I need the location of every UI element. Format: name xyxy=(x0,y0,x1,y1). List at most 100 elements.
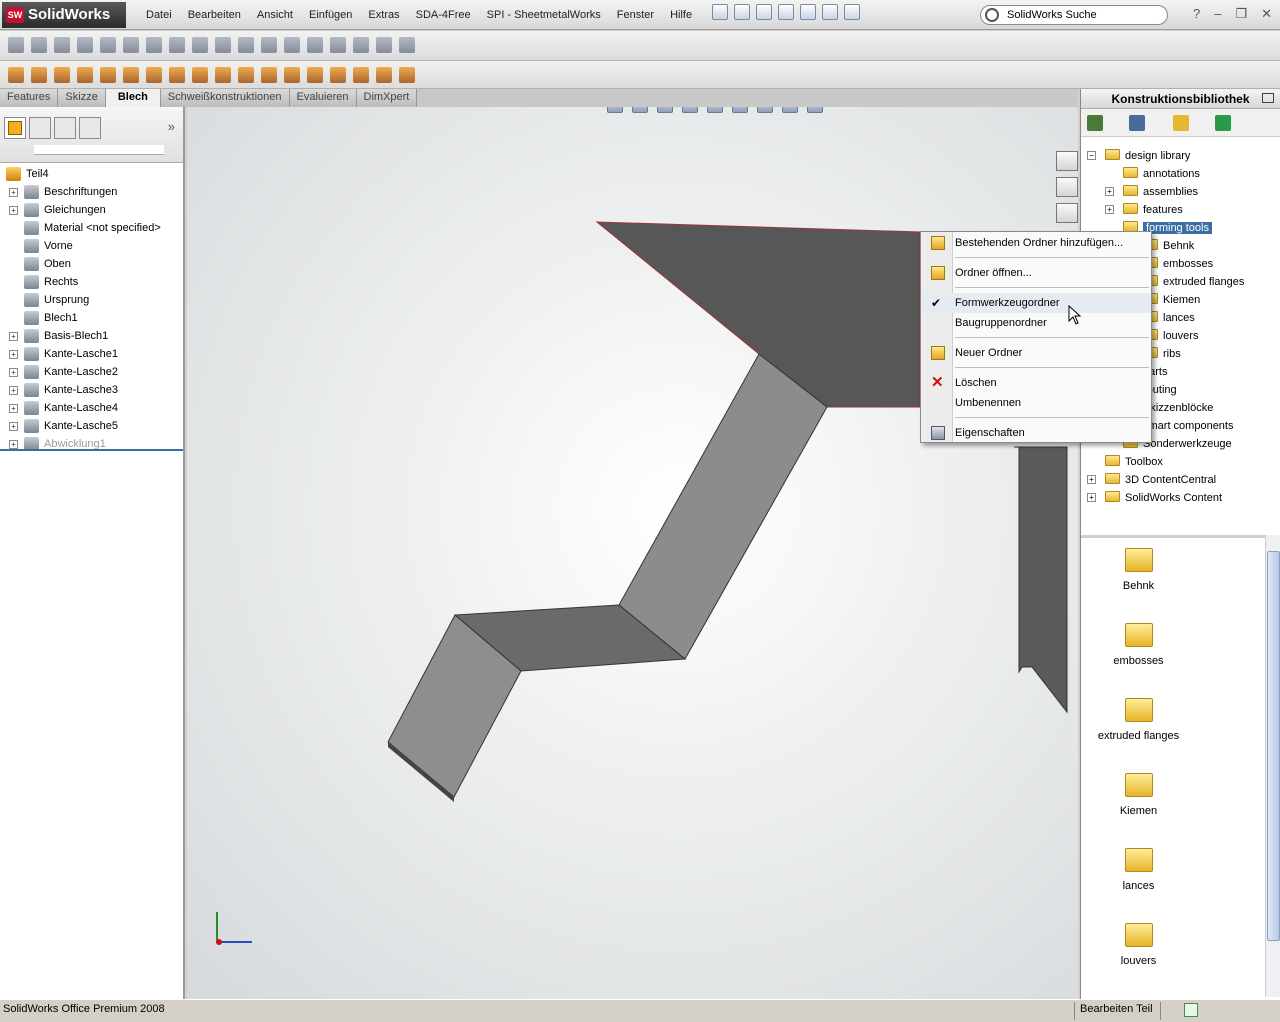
menu-spi-sheetmetalworks[interactable]: SPI - SheetmetalWorks xyxy=(479,9,609,21)
expand-icon[interactable]: + xyxy=(9,404,18,413)
property-manager-tab[interactable] xyxy=(29,117,51,139)
measure-icon[interactable] xyxy=(353,37,369,53)
expand-icon[interactable]: + xyxy=(9,422,18,431)
revolve-icon[interactable] xyxy=(77,37,93,53)
feature-tree-item[interactable]: + Kante-Lasche5 xyxy=(0,417,183,435)
feature-tree-item[interactable]: + Kante-Lasche2 xyxy=(0,363,183,381)
new-document-icon[interactable] xyxy=(712,4,728,20)
feature-tree-tab[interactable] xyxy=(4,117,26,139)
convert-icon[interactable] xyxy=(31,67,47,83)
expand-icon[interactable]: + xyxy=(9,188,18,197)
unfold-icon[interactable] xyxy=(284,67,300,83)
quick-tips-icon[interactable] xyxy=(1184,1003,1198,1017)
library-tree-item[interactable]: annotations xyxy=(1123,165,1200,183)
library-tree-item[interactable]: extruded flanges xyxy=(1143,273,1244,291)
library-folder-tile[interactable]: Behnk xyxy=(1081,548,1196,592)
close-button[interactable]: ✕ xyxy=(1261,6,1272,22)
hole-icon[interactable] xyxy=(307,37,323,53)
expand-icon[interactable]: + xyxy=(1105,205,1114,214)
rebuild-icon[interactable] xyxy=(822,4,838,20)
expand-icon[interactable]: + xyxy=(1087,475,1096,484)
library-tree-item[interactable]: − design library xyxy=(1087,147,1190,165)
library-folder-tile[interactable]: embosses xyxy=(1081,623,1196,667)
expand-icon[interactable]: + xyxy=(9,332,18,341)
save-icon[interactable] xyxy=(756,4,772,20)
feature-tree-item[interactable]: + Basis-Blech1 xyxy=(0,327,183,345)
add-to-library-icon[interactable] xyxy=(1087,115,1103,131)
fold-icon[interactable] xyxy=(307,67,323,83)
welded-corner-icon[interactable] xyxy=(215,67,231,83)
expand-icon[interactable]: + xyxy=(9,206,18,215)
rip-icon[interactable] xyxy=(376,67,392,83)
feature-tree-item[interactable]: Vorne xyxy=(0,237,183,255)
restore-button[interactable]: ❐ xyxy=(1235,6,1247,22)
mirror-icon[interactable] xyxy=(261,37,277,53)
feature-tree-item[interactable]: Oben xyxy=(0,255,183,273)
extrude-icon[interactable] xyxy=(54,37,70,53)
edge-flange-icon[interactable] xyxy=(54,67,70,83)
sweep-icon[interactable] xyxy=(100,37,116,53)
home-icon[interactable] xyxy=(1056,151,1078,171)
context-menu-item[interactable]: ✔ Formwerkzeugordner xyxy=(921,293,1151,313)
feature-tree-item[interactable]: + Kante-Lasche3 xyxy=(0,381,183,399)
refresh-icon[interactable] xyxy=(1215,115,1231,131)
cross-break-icon[interactable] xyxy=(169,67,185,83)
feature-tree-item[interactable]: Material <not specified> xyxy=(0,219,183,237)
feature-tree-item[interactable]: + Beschriftungen xyxy=(0,183,183,201)
library-tree-item[interactable]: +3D ContentCentral xyxy=(1087,471,1216,489)
shell-icon[interactable] xyxy=(192,37,208,53)
context-menu-item[interactable]: Umbenennen xyxy=(921,393,1151,413)
help-icon[interactable] xyxy=(376,37,392,53)
break-corner-icon[interactable] xyxy=(238,67,254,83)
closed-corner-icon[interactable] xyxy=(192,67,208,83)
library-tree-item[interactable]: + assemblies xyxy=(1105,183,1198,201)
feature-tree-item[interactable]: + Kante-Lasche1 xyxy=(0,345,183,363)
menu-fenster[interactable]: Fenster xyxy=(609,9,662,21)
expand-chevron-icon[interactable]: » xyxy=(168,119,175,134)
menu-sda4free[interactable]: SDA-4Free xyxy=(408,9,479,21)
sketched-bend-icon[interactable] xyxy=(146,67,162,83)
context-menu-item[interactable]: Neuer Ordner xyxy=(921,343,1151,363)
feature-tree-item[interactable]: + Kante-Lasche4 xyxy=(0,399,183,417)
no-bends-icon[interactable] xyxy=(353,67,369,83)
base-flange-icon[interactable] xyxy=(8,67,24,83)
spi-icon[interactable] xyxy=(399,37,415,53)
expand-icon[interactable]: + xyxy=(9,386,18,395)
pattern-icon[interactable] xyxy=(284,37,300,53)
pin-icon[interactable] xyxy=(1262,93,1274,103)
library-tree-item[interactable]: + features xyxy=(1105,201,1183,219)
context-menu-item[interactable]: Eigenschaften xyxy=(921,423,1151,443)
side-flange-face[interactable] xyxy=(1014,446,1068,714)
equation-icon[interactable] xyxy=(330,37,346,53)
menu-hilfe[interactable]: Hilfe xyxy=(662,9,700,21)
tree-filter-field[interactable] xyxy=(34,145,164,155)
hem-icon[interactable] xyxy=(100,67,116,83)
insert-bends-icon[interactable] xyxy=(399,67,415,83)
expand-icon[interactable]: + xyxy=(1087,493,1096,502)
create-folder-icon[interactable] xyxy=(1173,115,1189,131)
tab-features[interactable]: Features xyxy=(0,89,59,107)
library-folder-tile[interactable]: louvers xyxy=(1081,923,1196,967)
plane-icon[interactable] xyxy=(31,37,47,53)
tab-blech[interactable]: Blech xyxy=(105,89,161,107)
menu-extras[interactable]: Extras xyxy=(360,9,407,21)
tab-skizze[interactable]: Skizze xyxy=(58,89,106,107)
feature-tree-item[interactable]: Blech1 xyxy=(0,309,183,327)
feature-tree-item[interactable]: Teil4 xyxy=(0,165,183,183)
menu-datei[interactable]: Datei xyxy=(138,9,180,21)
design-library-tab-icon[interactable] xyxy=(1056,177,1078,197)
expand-icon[interactable]: + xyxy=(9,368,18,377)
loft-icon[interactable] xyxy=(123,37,139,53)
feature-tree-item[interactable]: Ursprung xyxy=(0,291,183,309)
draft-icon[interactable] xyxy=(238,37,254,53)
rollback-bar[interactable] xyxy=(0,449,183,451)
sketch-icon[interactable] xyxy=(8,37,24,53)
expand-icon[interactable]: − xyxy=(1087,151,1096,160)
fillet-icon[interactable] xyxy=(146,37,162,53)
library-folder-tile[interactable]: Kiemen xyxy=(1081,773,1196,817)
undo-icon[interactable] xyxy=(800,4,816,20)
menu-ansicht[interactable]: Ansicht xyxy=(249,9,301,21)
scrollbar-thumb[interactable] xyxy=(1267,551,1280,941)
forming-tool-icon[interactable] xyxy=(261,67,277,83)
chamfer-icon[interactable] xyxy=(169,37,185,53)
